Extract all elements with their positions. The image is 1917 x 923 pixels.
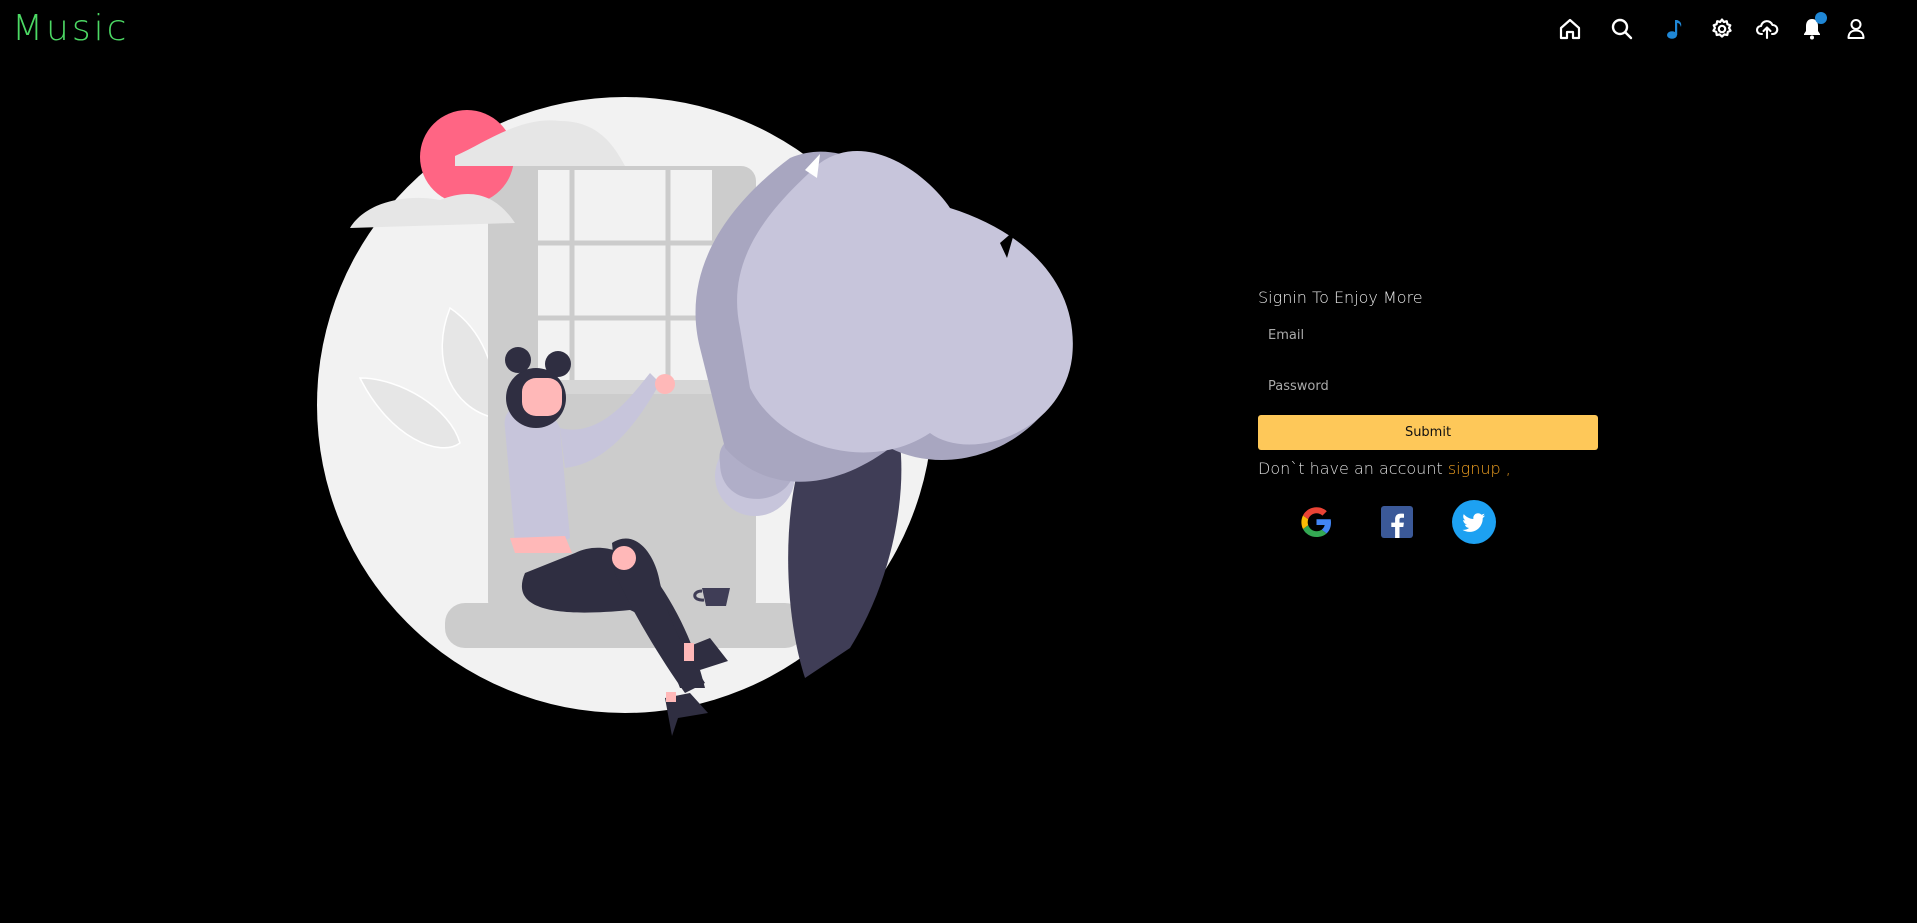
- profile-button[interactable]: [1841, 14, 1871, 44]
- facebook-login-button[interactable]: [1375, 500, 1419, 544]
- twitter-icon: [1452, 500, 1496, 544]
- google-icon: [1301, 507, 1331, 537]
- twitter-login-button[interactable]: [1452, 500, 1496, 544]
- signup-prompt: Don`t have an account signup ,: [1258, 459, 1600, 478]
- home-button[interactable]: [1555, 14, 1585, 44]
- notification-badge: [1815, 12, 1827, 24]
- signin-form: Signin To Enjoy More Submit Don`t have a…: [1258, 288, 1600, 546]
- settings-button[interactable]: [1707, 14, 1737, 44]
- search-icon: [1611, 18, 1633, 40]
- no-account-text: Don`t have an account: [1258, 459, 1443, 478]
- signup-trailing: ,: [1500, 459, 1511, 478]
- upload-button[interactable]: [1752, 14, 1782, 44]
- password-input[interactable]: [1258, 368, 1598, 404]
- user-icon: [1847, 19, 1865, 39]
- search-button[interactable]: [1607, 14, 1637, 44]
- app-logo[interactable]: Music: [12, 8, 129, 49]
- gear-icon: [1712, 18, 1732, 38]
- submit-button[interactable]: Submit: [1258, 415, 1598, 450]
- home-icon: [1559, 18, 1581, 40]
- signin-title: Signin To Enjoy More: [1258, 288, 1423, 307]
- signup-link[interactable]: signup: [1448, 459, 1501, 478]
- notifications-button[interactable]: [1797, 12, 1827, 44]
- email-input[interactable]: [1258, 317, 1598, 353]
- signin-illustration: [317, 97, 1073, 736]
- social-login: [1258, 500, 1600, 546]
- music-button[interactable]: [1661, 14, 1691, 44]
- cloud-upload-icon: [1755, 20, 1779, 40]
- google-login-button[interactable]: [1294, 500, 1338, 544]
- music-note-icon: [1667, 20, 1682, 39]
- facebook-icon: [1381, 506, 1413, 538]
